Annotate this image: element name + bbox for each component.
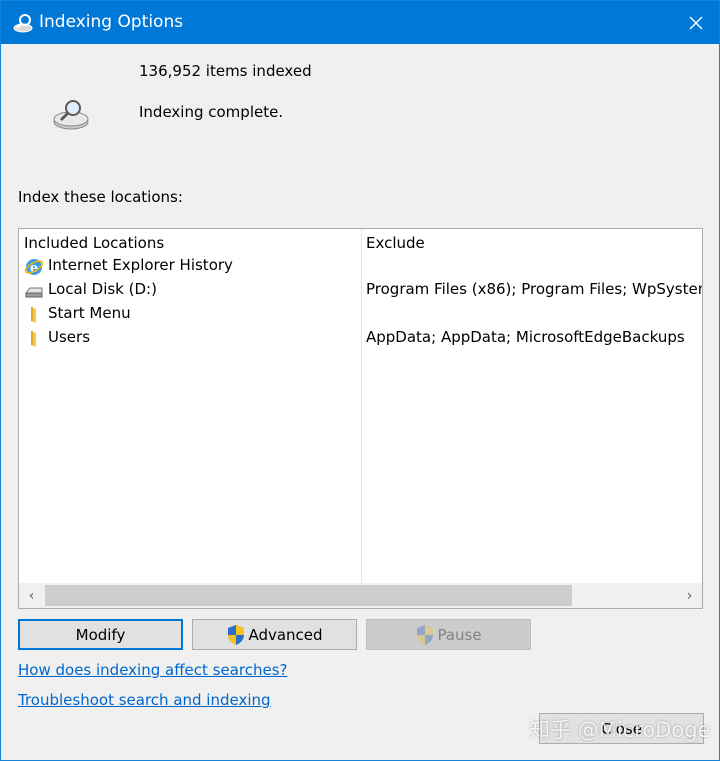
list-item[interactable]: Start Menu — [19, 303, 702, 327]
scroll-left-arrow-icon[interactable]: ‹ — [19, 583, 44, 608]
window-title: Indexing Options — [39, 12, 184, 32]
items-indexed-count: 136,952 items indexed — [139, 62, 312, 80]
close-icon — [689, 16, 703, 29]
pause-button[interactable]: Pause — [366, 619, 531, 650]
locations-heading: Index these locations: — [18, 188, 183, 206]
list-item[interactable]: Local Disk (D:) Program Files (x86); Pro… — [19, 279, 702, 303]
advanced-button-label: Advanced — [248, 625, 323, 644]
location-name: Start Menu — [48, 304, 131, 322]
location-exclude: AppData; AppData; MicrosoftEdgeBackups — [366, 328, 685, 346]
modify-button[interactable]: Modify — [18, 619, 183, 650]
uac-shield-icon — [228, 624, 245, 645]
indexing-status: Indexing complete. — [139, 103, 284, 121]
scroll-thumb[interactable] — [45, 585, 572, 606]
location-name: Internet Explorer History — [48, 256, 233, 274]
indexing-app-icon — [13, 14, 33, 33]
title-bar[interactable]: Indexing Options — [1, 1, 719, 44]
column-header-exclude[interactable]: Exclude — [366, 234, 425, 252]
locations-list[interactable]: Included Locations Exclude e Internet Ex… — [18, 228, 703, 609]
close-window-button[interactable] — [673, 1, 719, 44]
modify-button-label: Modify — [75, 625, 126, 644]
column-header-included[interactable]: Included Locations — [24, 234, 164, 252]
how-indexing-link[interactable]: How does indexing affect searches? — [18, 661, 288, 679]
indexing-options-dialog: Indexing Options 136,952 items indexed I… — [0, 0, 720, 761]
horizontal-scrollbar[interactable]: ‹ › — [19, 583, 702, 608]
troubleshoot-link[interactable]: Troubleshoot search and indexing — [18, 691, 271, 709]
list-item[interactable]: Users AppData; AppData; MicrosoftEdgeBac… — [19, 327, 702, 351]
advanced-button[interactable]: Advanced — [192, 619, 357, 650]
internet-explorer-icon: e — [24, 259, 44, 276]
watermark: 知乎 @MicroDoge — [529, 718, 711, 742]
drive-icon — [24, 287, 43, 298]
location-exclude: Program Files (x86); Program Files; WpSy… — [366, 280, 703, 298]
uac-shield-icon — [417, 624, 434, 645]
folder-icon — [31, 331, 36, 347]
location-name: Local Disk (D:) — [48, 280, 157, 298]
scroll-right-arrow-icon[interactable]: › — [677, 583, 702, 608]
pause-button-label: Pause — [437, 625, 482, 644]
location-name: Users — [48, 328, 91, 346]
list-item[interactable]: e Internet Explorer History — [19, 255, 702, 279]
indexing-magnifier-icon — [53, 100, 89, 130]
folder-icon — [31, 307, 36, 323]
